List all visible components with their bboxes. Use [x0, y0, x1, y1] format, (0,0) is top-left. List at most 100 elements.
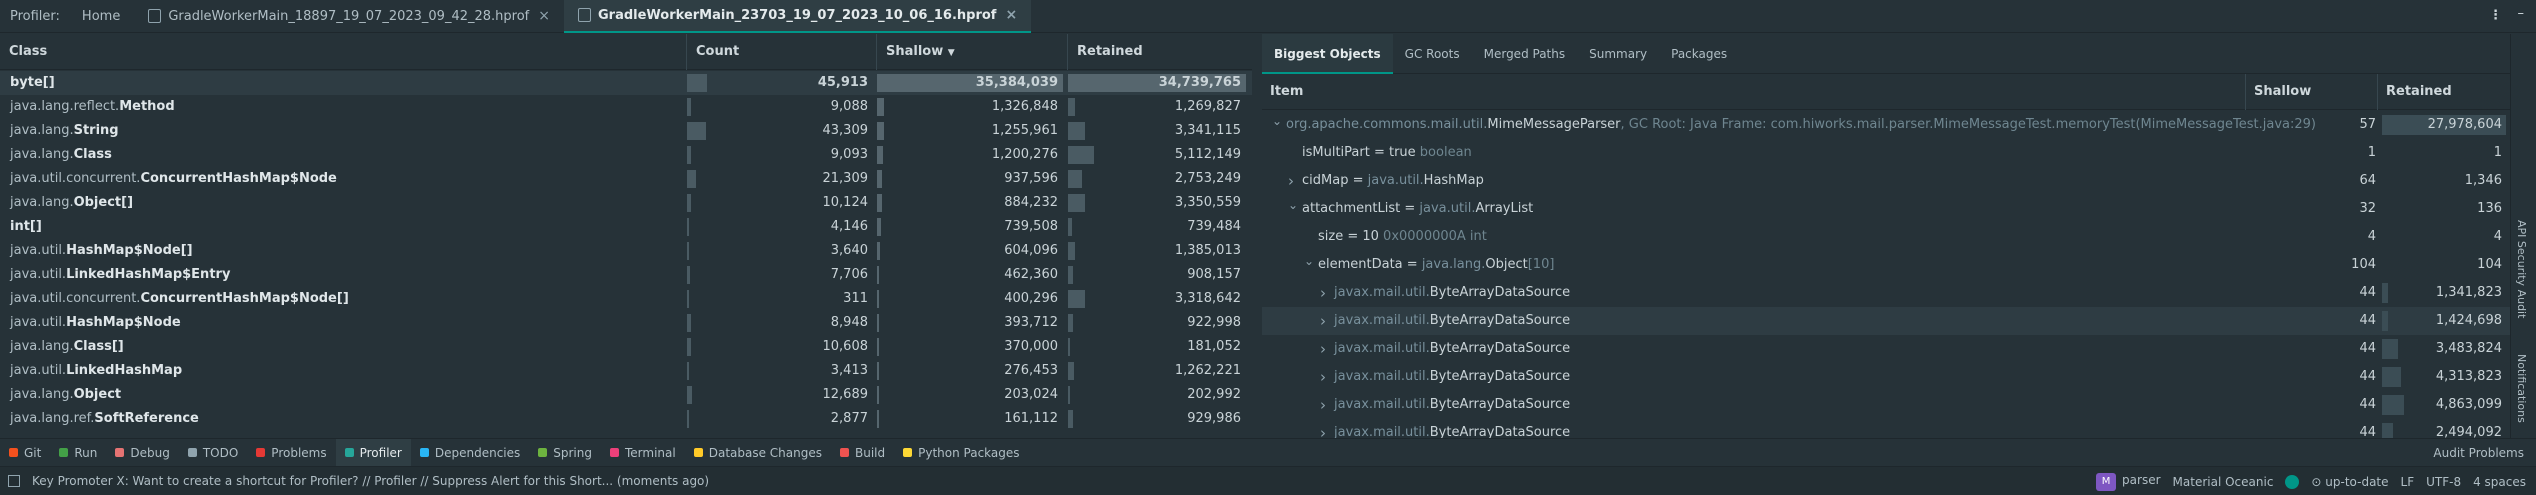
- column-shallow[interactable]: Shallow ▼: [877, 34, 1068, 70]
- tab-gc-roots[interactable]: GC Roots: [1393, 34, 1472, 74]
- table-row[interactable]: java.util.HashMap$Node 8,948 393,712 922,99…: [0, 311, 1252, 335]
- type-suffix: boolean: [1419, 145, 1472, 160]
- tree-row[interactable]: ⌄ elementData = java.lang.Object[10] 104 10…: [1262, 251, 2510, 279]
- tool-window-terminal[interactable]: Terminal: [601, 439, 685, 467]
- tree-row[interactable]: › javax.mail.util.ByteArrayDataSource 44 3,…: [1262, 335, 2510, 363]
- retained-cell: 739,484: [1068, 215, 1248, 239]
- shallow-value: 32: [2359, 201, 2376, 216]
- retained-cell: 922,998: [1068, 311, 1248, 335]
- tool-window-database-changes[interactable]: Database Changes: [685, 439, 831, 467]
- count-bar: [687, 290, 689, 308]
- column-item[interactable]: Item: [1262, 74, 2246, 110]
- tool-window-python-packages[interactable]: Python Packages: [894, 439, 1028, 467]
- theme-widget[interactable]: Material Oceanic: [2173, 475, 2274, 489]
- expand-right-icon[interactable]: ›: [1320, 335, 1326, 363]
- tree-row[interactable]: size = 10 0x0000000A int 4 4: [1262, 223, 2510, 251]
- table-row[interactable]: java.util.LinkedHashMap 3,413 276,453 1,262…: [0, 359, 1252, 383]
- shallow-value: 1,255,961: [991, 123, 1058, 138]
- tab-hprof-18897[interactable]: GradleWorkerMain_18897_19_07_2023_09_42_…: [134, 0, 564, 33]
- tree-row[interactable]: › javax.mail.util.ByteArrayDataSource 44 1,…: [1262, 307, 2510, 335]
- table-row[interactable]: java.util.LinkedHashMap$Entry 7,706 462,36…: [0, 263, 1252, 287]
- tab-home[interactable]: Home: [68, 0, 134, 33]
- retained-cell: 908,157: [1068, 263, 1248, 287]
- column-retained[interactable]: Retained: [2378, 74, 2510, 110]
- table-row[interactable]: java.lang.Object[] 10,124 884,232 3,350,559: [0, 191, 1252, 215]
- api-security-audit-tab[interactable]: API Security Audit: [2515, 220, 2528, 318]
- class-name: java.lang.Class[]: [10, 335, 124, 359]
- tree-item-text: elementData = java.lang.Object[10]: [1318, 251, 1554, 279]
- table-row[interactable]: java.lang.reflect.Method 9,088 1,326,848 1,…: [0, 95, 1252, 119]
- profiler-icon: [344, 448, 354, 457]
- table-row[interactable]: java.util.concurrent.ConcurrentHashMap$N…: [0, 167, 1252, 191]
- notifications-tab[interactable]: Notifications: [2515, 354, 2528, 423]
- expand-right-icon[interactable]: ›: [1320, 279, 1326, 307]
- table-row[interactable]: java.util.HashMap$Node[] 3,640 604,096 1,38…: [0, 239, 1252, 263]
- tree-row[interactable]: ⌄ attachmentList = java.util.ArrayList 32 1…: [1262, 195, 2510, 223]
- table-row[interactable]: java.lang.ref.SoftReference 2,877 161,112 9…: [0, 407, 1252, 431]
- count-cell: 2,877: [687, 407, 875, 431]
- tool-window-debug[interactable]: Debug: [106, 439, 178, 467]
- column-count[interactable]: Count: [687, 34, 877, 70]
- tool-window-problems[interactable]: Problems: [247, 439, 335, 467]
- indent-setting[interactable]: 4 spaces: [2473, 475, 2526, 489]
- table-row[interactable]: java.lang.Object 12,689 203,024 202,992: [0, 383, 1252, 407]
- audit-problems-button[interactable]: Audit Problems: [2433, 446, 2524, 460]
- expand-down-icon[interactable]: ⌄: [1304, 247, 1314, 275]
- column-shallow[interactable]: Shallow: [2246, 74, 2378, 110]
- tree-row[interactable]: › cidMap = java.util.HashMap 64 1,346: [1262, 167, 2510, 195]
- branch-widget[interactable]: Mparser: [2096, 472, 2161, 491]
- expand-right-icon[interactable]: ›: [1320, 363, 1326, 391]
- expand-right-icon[interactable]: ›: [1320, 307, 1326, 335]
- sort-descending-icon: ▼: [947, 48, 955, 58]
- tab-hprof-23703[interactable]: GradleWorkerMain_23703_19_07_2023_10_06_…: [564, 0, 1032, 33]
- retained-bar: [1068, 218, 1072, 236]
- tool-window-run[interactable]: Run: [50, 439, 106, 467]
- table-row[interactable]: java.util.concurrent.ConcurrentHashMap$N…: [0, 287, 1252, 311]
- minimize-icon[interactable]: –: [2518, 6, 2525, 21]
- tab-merged-paths[interactable]: Merged Paths: [1472, 34, 1578, 74]
- expand-down-icon[interactable]: ⌄: [1288, 191, 1298, 219]
- tab-packages[interactable]: Packages: [1659, 34, 1739, 74]
- table-row[interactable]: int[] 4,146 739,508 739,484: [0, 215, 1252, 239]
- close-tab-icon[interactable]: ×: [538, 8, 550, 24]
- tree-row[interactable]: › javax.mail.util.ByteArrayDataSource 44 4,…: [1262, 363, 2510, 391]
- type-package: java.lang.: [1421, 257, 1486, 272]
- tab-biggest-objects[interactable]: Biggest Objects: [1262, 33, 1393, 74]
- tool-window-spring[interactable]: Spring: [529, 439, 601, 467]
- table-row[interactable]: byte[] 45,913 35,384,039 34,739,765: [0, 71, 1252, 95]
- more-options-icon[interactable]: ⋮: [2489, 8, 2502, 23]
- problems-icon: [256, 448, 266, 457]
- table-row[interactable]: java.lang.String 43,309 1,255,961 3,341,115: [0, 119, 1252, 143]
- vertical-scrollbar[interactable]: [1252, 34, 1256, 438]
- vcs-status[interactable]: ⊙ up-to-date: [2311, 475, 2388, 489]
- count-cell: 8,948: [687, 311, 875, 335]
- tab-summary[interactable]: Summary: [1577, 34, 1659, 74]
- column-class[interactable]: Class: [0, 34, 687, 70]
- expand-right-icon[interactable]: ›: [1320, 391, 1326, 419]
- field-name: attachmentList =: [1302, 201, 1420, 216]
- tool-window-profiler[interactable]: Profiler: [335, 438, 411, 467]
- tree-row[interactable]: › javax.mail.util.ByteArrayDataSource 44 4,…: [1262, 391, 2510, 419]
- tree-row[interactable]: ⌄ org.apache.commons.mail.util.MimeMessag…: [1262, 111, 2510, 139]
- column-retained[interactable]: Retained: [1068, 34, 1252, 70]
- accent-color-icon[interactable]: [2285, 474, 2300, 489]
- tree-row[interactable]: isMultiPart = true boolean 1 1: [1262, 139, 2510, 167]
- tool-window-dependencies[interactable]: Dependencies: [411, 439, 529, 467]
- type-suffix: 0x0000000A int: [1383, 229, 1487, 244]
- tool-window-build[interactable]: Build: [831, 439, 894, 467]
- tree-row[interactable]: › javax.mail.util.ByteArrayDataSource 44 1,…: [1262, 279, 2510, 307]
- tool-window-git[interactable]: Git: [0, 439, 50, 467]
- class-simple-name: ConcurrentHashMap$Node[]: [140, 291, 349, 306]
- table-row[interactable]: java.lang.Class[] 10,608 370,000 181,052: [0, 335, 1252, 359]
- status-message[interactable]: Key Promoter X: Want to create a shortcu…: [32, 474, 709, 488]
- table-row[interactable]: java.lang.Class 9,093 1,200,276 5,112,149: [0, 143, 1252, 167]
- layout-icon[interactable]: [8, 475, 20, 487]
- retained-bar: [1068, 98, 1075, 116]
- close-tab-icon[interactable]: ×: [1005, 7, 1017, 23]
- tool-window-todo[interactable]: TODO: [179, 439, 247, 467]
- file-encoding[interactable]: UTF-8: [2426, 475, 2461, 489]
- class-package: java.util.: [10, 267, 67, 282]
- line-separator[interactable]: LF: [2401, 475, 2415, 489]
- class-simple-name: HashMap$Node: [66, 315, 181, 330]
- expand-down-icon[interactable]: ⌄: [1272, 107, 1282, 135]
